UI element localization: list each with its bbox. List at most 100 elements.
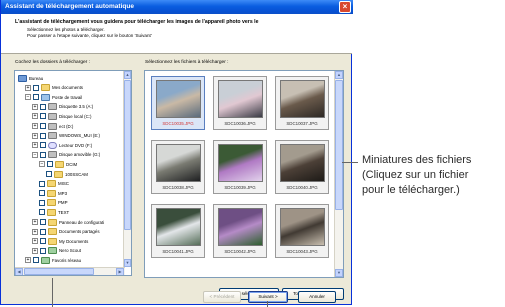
collapse-icon[interactable]: − xyxy=(32,151,38,158)
tree-item-label: Poste de travail xyxy=(52,94,83,100)
expand-icon[interactable]: + xyxy=(32,123,38,129)
tree-item-label: PMP xyxy=(58,200,68,206)
file-thumbnail[interactable]: SDC10035.JPG xyxy=(151,76,205,130)
folder-checkbox[interactable] xyxy=(39,180,45,187)
tree-item-label: Disque amovible (G:) xyxy=(59,152,101,158)
folder-checkbox[interactable] xyxy=(40,238,46,245)
expand-icon[interactable]: + xyxy=(32,142,38,149)
tree-item[interactable]: TEXT xyxy=(39,208,69,216)
file-thumbnail[interactable]: SDC10036.JPG xyxy=(213,76,267,130)
tree-item-label: Panneau de configurati xyxy=(59,219,105,225)
thumbs-scroll-down-icon[interactable]: ▼ xyxy=(335,269,343,277)
tree-item[interactable]: + My Documents xyxy=(32,237,88,245)
tree-item[interactable]: MISC xyxy=(39,180,69,188)
folder-icon xyxy=(41,84,50,92)
tree-item[interactable]: + Disque local (C:) xyxy=(32,112,91,120)
tree-vertical-scrollbar[interactable]: ▲ ▼ xyxy=(123,71,131,267)
tree-item[interactable]: PMP xyxy=(39,199,68,207)
file-thumbnail[interactable]: SDC10042.JPG xyxy=(213,204,267,258)
tree-item[interactable]: + WINDOWS_MUI (E:) xyxy=(32,132,100,140)
folder-checkbox[interactable] xyxy=(40,228,46,235)
folder-checkbox[interactable] xyxy=(40,103,46,110)
tree-horizontal-scrollbar[interactable]: ◀ ▶ xyxy=(15,267,125,275)
callout-leader-line xyxy=(342,162,358,163)
tree-hscroll-thumb[interactable] xyxy=(24,268,94,275)
expand-icon[interactable]: + xyxy=(32,238,38,245)
thumbnail-filename: SDC10041.JPG xyxy=(162,249,194,254)
collapse-icon[interactable]: − xyxy=(25,94,31,101)
file-thumbnail[interactable]: SDC10040.JPG xyxy=(275,140,329,194)
file-thumbnail[interactable]: SDC10043.JPG xyxy=(275,204,329,258)
folder-checkbox[interactable] xyxy=(39,209,45,216)
expand-icon[interactable]: + xyxy=(32,103,38,110)
expand-icon[interactable]: + xyxy=(32,219,38,225)
tree-item[interactable]: + Favoris réseau xyxy=(25,256,81,264)
tree-item[interactable]: + Mes documents xyxy=(25,84,83,92)
tree-item[interactable]: + Panneau de configurati xyxy=(32,218,104,226)
tree-item-label: Documents partagés xyxy=(59,229,100,235)
previous-button[interactable]: < Précédent xyxy=(203,291,241,303)
folder-checkbox[interactable] xyxy=(40,151,46,158)
expand-icon[interactable]: + xyxy=(32,113,38,120)
callout-line-1: Miniatures des fichiers xyxy=(362,154,472,166)
thumbs-scroll-up-icon[interactable]: ▲ xyxy=(335,71,343,79)
folder-checkbox[interactable] xyxy=(40,123,46,129)
tree-item[interactable]: MP3 xyxy=(39,189,67,197)
next-button[interactable]: Suivant > xyxy=(248,291,288,303)
title-bar[interactable]: Assistant de téléchargement automatique … xyxy=(1,0,353,14)
file-thumbnail[interactable]: SDC10038.JPG xyxy=(151,140,205,194)
tree-item-label: 100SSCAM xyxy=(65,171,88,177)
tree-scroll-thumb[interactable] xyxy=(124,80,131,230)
folder-icon xyxy=(48,218,57,226)
tree-item[interactable]: − Disque amovible (G:) xyxy=(32,151,100,159)
folder-checkbox[interactable] xyxy=(33,257,39,264)
scroll-up-icon[interactable]: ▲ xyxy=(124,71,131,79)
folder-checkbox[interactable] xyxy=(33,84,39,91)
expand-icon[interactable]: + xyxy=(25,257,31,264)
tree-item[interactable]: − DCIM xyxy=(39,160,77,168)
close-icon[interactable]: × xyxy=(339,1,351,13)
expand-icon[interactable]: + xyxy=(25,84,31,91)
cancel-button[interactable]: Annuler xyxy=(298,291,336,303)
folder-checkbox[interactable] xyxy=(40,247,46,254)
tree-item[interactable]: 100SSCAM xyxy=(46,170,88,178)
folder-checkbox[interactable] xyxy=(39,190,45,197)
folder-checkbox[interactable] xyxy=(40,113,46,120)
window-title: Assistant de téléchargement automatique xyxy=(5,3,134,10)
thumbs-vertical-scrollbar[interactable]: ▲ ▼ xyxy=(334,71,343,277)
folder-icon xyxy=(55,160,64,168)
file-thumbnail[interactable]: SDC10039.JPG xyxy=(213,140,267,194)
tree-item[interactable]: + Disquette 3.5 (A:) xyxy=(32,103,93,111)
tree-item[interactable]: − Poste de travail xyxy=(25,93,82,101)
expand-icon[interactable]: + xyxy=(32,247,38,254)
folder-checkbox[interactable] xyxy=(47,161,53,168)
tree-item[interactable]: + Documents partagés xyxy=(32,228,100,236)
tree-item-label: Lecteur DVD (F:) xyxy=(59,142,93,148)
header-title: L'assistant de téléchargement vous guide… xyxy=(15,19,259,25)
tree-item[interactable]: + Nero Scout xyxy=(32,247,81,255)
scroll-right-icon[interactable]: ▶ xyxy=(116,268,124,275)
scroll-left-icon[interactable]: ◀ xyxy=(15,268,23,275)
folder-tree[interactable]: Bureau + Mes documents − Poste de travail + Di… xyxy=(14,70,132,276)
expand-icon[interactable]: + xyxy=(32,132,38,139)
tree-item[interactable]: + ect (D:) xyxy=(32,122,73,130)
folder-checkbox[interactable] xyxy=(46,171,52,177)
expand-icon[interactable]: + xyxy=(32,228,38,235)
photo-preview-image xyxy=(218,80,263,118)
thumbnail-panel[interactable]: SDC10035.JPG SDC10036.JPG SDC10037.JPG SDC1… xyxy=(144,70,344,278)
file-thumbnail[interactable]: SDC10041.JPG xyxy=(151,204,205,258)
folder-checkbox[interactable] xyxy=(40,142,46,149)
tree-item[interactable]: Bureau xyxy=(18,74,43,82)
collapse-icon[interactable]: − xyxy=(39,161,45,168)
folder-checkbox[interactable] xyxy=(39,199,45,206)
tree-item-label: DCIM xyxy=(66,161,78,167)
folder-checkbox[interactable] xyxy=(33,94,39,101)
file-thumbnail[interactable]: SDC10037.JPG xyxy=(275,76,329,130)
tree-item[interactable]: + Lecteur DVD (F:) xyxy=(32,141,92,149)
scroll-down-icon[interactable]: ▼ xyxy=(124,259,131,267)
desktop-icon xyxy=(18,74,27,82)
folder-checkbox[interactable] xyxy=(40,219,46,225)
folder-icon xyxy=(48,237,57,245)
folder-checkbox[interactable] xyxy=(40,132,46,139)
thumbs-scroll-thumb[interactable] xyxy=(335,80,343,210)
